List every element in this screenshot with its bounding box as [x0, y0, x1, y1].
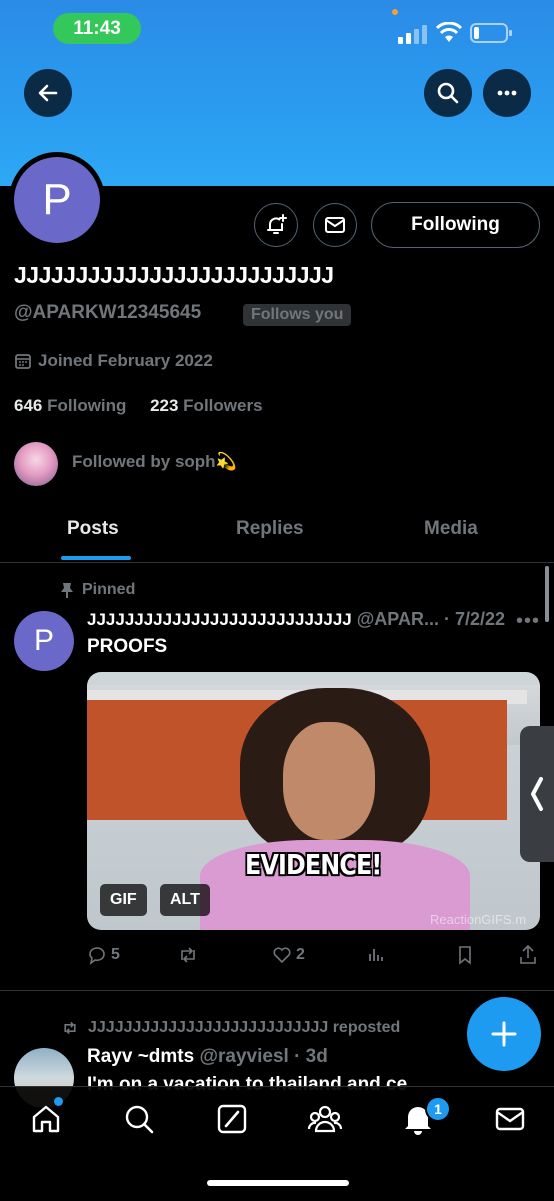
repost-icon — [181, 947, 195, 963]
profile-tabs: Posts Replies Media — [0, 500, 554, 563]
post-actions: 5 2 — [87, 945, 540, 969]
message-button[interactable] — [313, 203, 357, 247]
post-author-name[interactable]: JJJJJJJJJJJJJJJJJJJJJJJJJJJJ — [87, 610, 352, 629]
gif-person-face — [283, 722, 375, 840]
nav-grok[interactable] — [215, 1102, 249, 1136]
wifi-icon — [435, 21, 463, 49]
views-action[interactable] — [366, 945, 384, 963]
grok-icon — [217, 1104, 247, 1134]
like-count: 2 — [296, 946, 305, 963]
more-options-button[interactable] — [483, 69, 531, 117]
followers-stat[interactable]: 223 Followers — [150, 396, 262, 415]
profile-avatar[interactable]: P — [9, 152, 105, 248]
home-indicator[interactable] — [207, 1180, 349, 1186]
communities-icon — [308, 1105, 342, 1133]
gif-watermark: ReactionGIFS.m — [430, 912, 527, 927]
bell-plus-icon — [267, 214, 287, 234]
like-action[interactable]: 2 — [272, 945, 305, 965]
notifications-bell-button[interactable] — [254, 203, 298, 247]
nav-communities[interactable] — [308, 1102, 342, 1136]
status-time: 11:43 — [53, 13, 141, 44]
nav-messages[interactable] — [493, 1102, 527, 1136]
envelope-icon — [325, 217, 345, 233]
repost-author-name[interactable]: Rayv ~dmts — [87, 1046, 194, 1067]
following-count: 646 — [14, 396, 43, 415]
follows-you-badge: Follows you — [243, 304, 352, 326]
repost-action[interactable] — [177, 945, 199, 965]
analytics-icon — [369, 949, 383, 961]
nav-home[interactable] — [29, 1102, 63, 1136]
arrow-left-icon — [38, 84, 58, 102]
followers-label: Followers — [183, 396, 263, 415]
post-divider — [0, 990, 554, 991]
profile-handle: @APARKW12345645 — [14, 302, 202, 323]
search-button[interactable] — [424, 69, 472, 117]
repost-header: Rayv ~dmts @rayviesl · 3d — [87, 1046, 328, 1068]
followed-by-text[interactable]: Followed by soph💫 — [72, 452, 237, 472]
back-button[interactable] — [24, 69, 72, 117]
post-author-avatar[interactable]: P — [14, 611, 74, 671]
search-icon — [125, 1105, 154, 1134]
repost-indicator: JJJJJJJJJJJJJJJJJJJJJJJJJJJ reposted — [60, 1019, 400, 1037]
pinned-text: Pinned — [82, 581, 136, 598]
gif-caption: EVIDENCE! — [245, 848, 382, 881]
plus-icon — [491, 1021, 517, 1047]
pinned-label: Pinned — [60, 581, 135, 599]
tab-posts[interactable]: Posts — [67, 518, 119, 540]
more-horizontal-icon — [497, 90, 517, 96]
nav-search[interactable] — [122, 1102, 156, 1136]
repost-handle-date: @rayviesl · 3d — [199, 1046, 328, 1067]
side-panel-handle[interactable] — [520, 726, 554, 862]
share-action[interactable] — [519, 945, 537, 965]
bookmark-action[interactable] — [457, 945, 473, 965]
bookmark-icon — [459, 946, 471, 965]
followed-by-avatar[interactable] — [14, 442, 58, 486]
compose-post-button[interactable] — [467, 997, 541, 1071]
post-text: PROOFS — [87, 636, 168, 657]
pin-icon — [61, 583, 73, 598]
notifications-badge: 1 — [425, 1096, 451, 1122]
post-header: JJJJJJJJJJJJJJJJJJJJJJJJJJJJ @APAR... · … — [87, 609, 505, 630]
reply-action[interactable]: 5 — [87, 945, 120, 965]
profile-avatar-letter: P — [14, 157, 100, 243]
active-tab-indicator — [61, 556, 131, 560]
following-label: Following — [47, 396, 127, 415]
scrollbar[interactable] — [545, 566, 549, 622]
followers-count: 223 — [150, 396, 179, 415]
repost-line-text[interactable]: JJJJJJJJJJJJJJJJJJJJJJJJJJJ reposted — [88, 1019, 400, 1037]
home-icon — [32, 1105, 60, 1133]
reply-icon — [89, 947, 105, 965]
alt-badge[interactable]: ALT — [160, 884, 210, 916]
following-button[interactable]: Following — [371, 202, 540, 248]
repost-small-icon — [64, 1021, 76, 1035]
post-more-icon[interactable]: ••• — [516, 610, 540, 633]
reply-count: 5 — [111, 946, 120, 963]
envelope-icon — [495, 1107, 525, 1131]
calendar-icon — [15, 354, 31, 369]
battery-icon — [470, 22, 514, 49]
cellular-signal-icon — [398, 24, 428, 49]
share-icon — [520, 945, 536, 964]
post-handle-date: @APAR... · 7/2/22 — [356, 609, 506, 629]
search-icon — [437, 82, 459, 104]
chevron-left-icon — [531, 777, 543, 811]
tab-media[interactable]: Media — [424, 518, 478, 540]
gif-badge: GIF — [100, 884, 147, 916]
joined-date: Joined February 2022 — [14, 351, 213, 371]
tab-replies[interactable]: Replies — [236, 518, 304, 540]
follow-stats: 646 Following 223 Followers — [14, 396, 263, 416]
display-name: JJJJJJJJJJJJJJJJJJJJJJJJJJ — [14, 262, 334, 288]
heart-icon — [273, 947, 291, 964]
following-stat[interactable]: 646 Following — [14, 396, 126, 415]
joined-text: Joined February 2022 — [38, 351, 213, 370]
home-unread-dot — [54, 1097, 63, 1106]
privacy-indicator-dot — [392, 9, 398, 15]
